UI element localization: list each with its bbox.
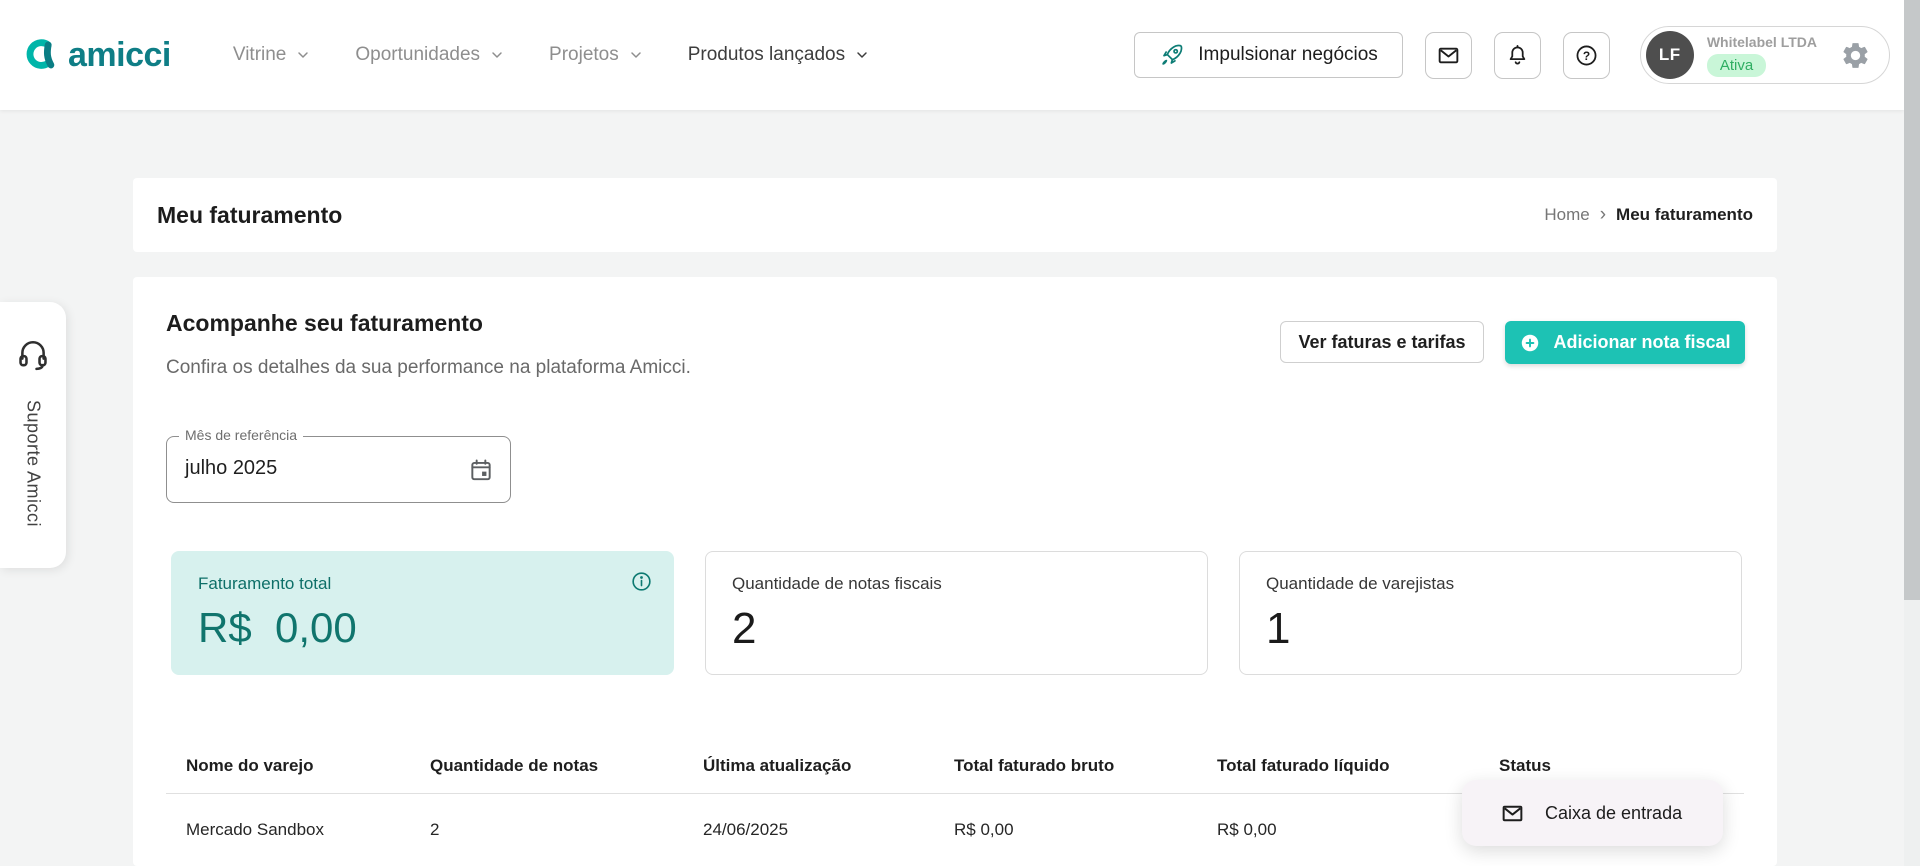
stat-value: 1 (1266, 604, 1715, 654)
boost-business-label: Impulsionar negócios (1198, 44, 1378, 66)
avatar: LF (1646, 31, 1694, 79)
view-invoices-button[interactable]: Ver faturas e tarifas (1280, 321, 1484, 363)
chevron-down-icon (854, 47, 870, 63)
cell-last-updated: 24/06/2025 (703, 820, 954, 840)
nav-item-oportunidades[interactable]: Oportunidades (355, 44, 505, 66)
stat-value: R$ 0,00 (198, 604, 647, 652)
plus-circle-icon (1519, 332, 1541, 354)
account-info: Whitelabel LTDA Ativa (1707, 34, 1817, 77)
breadcrumb-current: Meu faturamento (1616, 205, 1753, 225)
nav-item-vitrine[interactable]: Vitrine (233, 44, 312, 66)
stat-card-retailer-count: Quantidade de varejistas 1 (1239, 551, 1742, 675)
cell-gross-total: R$ 0,00 (954, 820, 1217, 840)
chevron-down-icon (489, 47, 505, 63)
amicci-logo-icon (20, 35, 60, 75)
column-header-gross: Total faturado bruto (954, 756, 1217, 776)
breadcrumb-separator: › (1600, 204, 1606, 226)
stats-row: Faturamento total R$ 0,00 Quantidade de … (171, 551, 1742, 675)
amicci-logo-text: amicci (68, 36, 171, 75)
stat-label: Quantidade de notas fiscais (732, 574, 1181, 594)
breadcrumb-home-link[interactable]: Home (1544, 205, 1589, 225)
add-invoice-label: Adicionar nota fiscal (1553, 332, 1730, 353)
cell-retailer-name: Mercado Sandbox (186, 820, 430, 840)
messages-button[interactable] (1425, 32, 1472, 79)
rocket-icon (1159, 42, 1185, 68)
top-navigation-bar: amicci Vitrine Oportunidades Projetos Pr… (0, 0, 1904, 110)
cell-net-total: R$ 0,00 (1217, 820, 1499, 840)
account-status-badge: Ativa (1707, 54, 1766, 77)
chevron-down-icon (628, 47, 644, 63)
nav-item-label: Vitrine (233, 44, 287, 66)
reference-month-value: julho 2025 (185, 457, 277, 480)
stat-label: Faturamento total (198, 574, 647, 594)
reference-month-field[interactable]: Mês de referência julho 2025 (166, 436, 511, 503)
nav-item-projetos[interactable]: Projetos (549, 44, 644, 66)
calendar-icon[interactable] (468, 457, 494, 483)
stat-card-invoice-count: Quantidade de notas fiscais 2 (705, 551, 1208, 675)
status-menu-item-label: Caixa de entrada (1545, 803, 1682, 824)
cell-notes-count: 2 (430, 820, 703, 840)
column-header-net: Total faturado líquido (1217, 756, 1499, 776)
stat-card-total-billing: Faturamento total R$ 0,00 (171, 551, 674, 675)
breadcrumb: Home › Meu faturamento (1544, 204, 1753, 226)
page-header-card: Meu faturamento Home › Meu faturamento (133, 178, 1777, 252)
nav-item-label: Oportunidades (355, 44, 480, 66)
stat-label: Quantidade de varejistas (1266, 574, 1715, 594)
amicci-logo[interactable]: amicci (20, 35, 171, 75)
status-menu-item-inbox[interactable]: Caixa de entrada (1462, 780, 1723, 846)
section-subheading: Confira os detalhes da sua performance n… (166, 357, 691, 379)
account-menu[interactable]: LF Whitelabel LTDA Ativa (1640, 26, 1890, 84)
topbar-actions: Impulsionar negócios (1134, 26, 1890, 84)
column-header-retailer: Nome do varejo (186, 756, 430, 776)
add-invoice-button[interactable]: Adicionar nota fiscal (1505, 321, 1745, 364)
gear-icon[interactable] (1840, 40, 1871, 71)
scrollbar-thumb[interactable] (1904, 0, 1920, 600)
bell-icon (1505, 43, 1530, 68)
billing-overview-card: Acompanhe seu faturamento Confira os det… (133, 277, 1777, 866)
svg-text:?: ? (1583, 48, 1590, 62)
stat-value: 2 (732, 604, 1181, 654)
chevron-down-icon (295, 47, 311, 63)
page-title: Meu faturamento (157, 202, 342, 229)
nav-item-label: Produtos lançados (688, 44, 845, 66)
section-heading: Acompanhe seu faturamento (166, 310, 483, 337)
column-header-notes: Quantidade de notas (430, 756, 703, 776)
support-tab-label: Suporte Amicci (23, 400, 44, 527)
notifications-button[interactable] (1494, 32, 1541, 79)
column-header-updated: Última atualização (703, 756, 954, 776)
nav-item-label: Projetos (549, 44, 619, 66)
reference-month-label: Mês de referência (179, 427, 303, 443)
account-company-name: Whitelabel LTDA (1707, 34, 1817, 50)
mail-icon (1500, 801, 1525, 826)
main-nav: Vitrine Oportunidades Projetos Produtos … (233, 44, 870, 66)
headset-icon (16, 338, 50, 372)
scrollbar-track[interactable] (1904, 0, 1920, 866)
help-button[interactable]: ? (1563, 32, 1610, 79)
boost-business-button[interactable]: Impulsionar negócios (1134, 32, 1403, 78)
question-circle-icon: ? (1574, 43, 1599, 68)
column-header-status: Status (1499, 756, 1744, 776)
mail-icon (1436, 43, 1461, 68)
nav-item-produtos-lancados[interactable]: Produtos lançados (688, 44, 870, 66)
support-tab[interactable]: Suporte Amicci (0, 302, 66, 568)
info-icon[interactable] (630, 570, 653, 593)
